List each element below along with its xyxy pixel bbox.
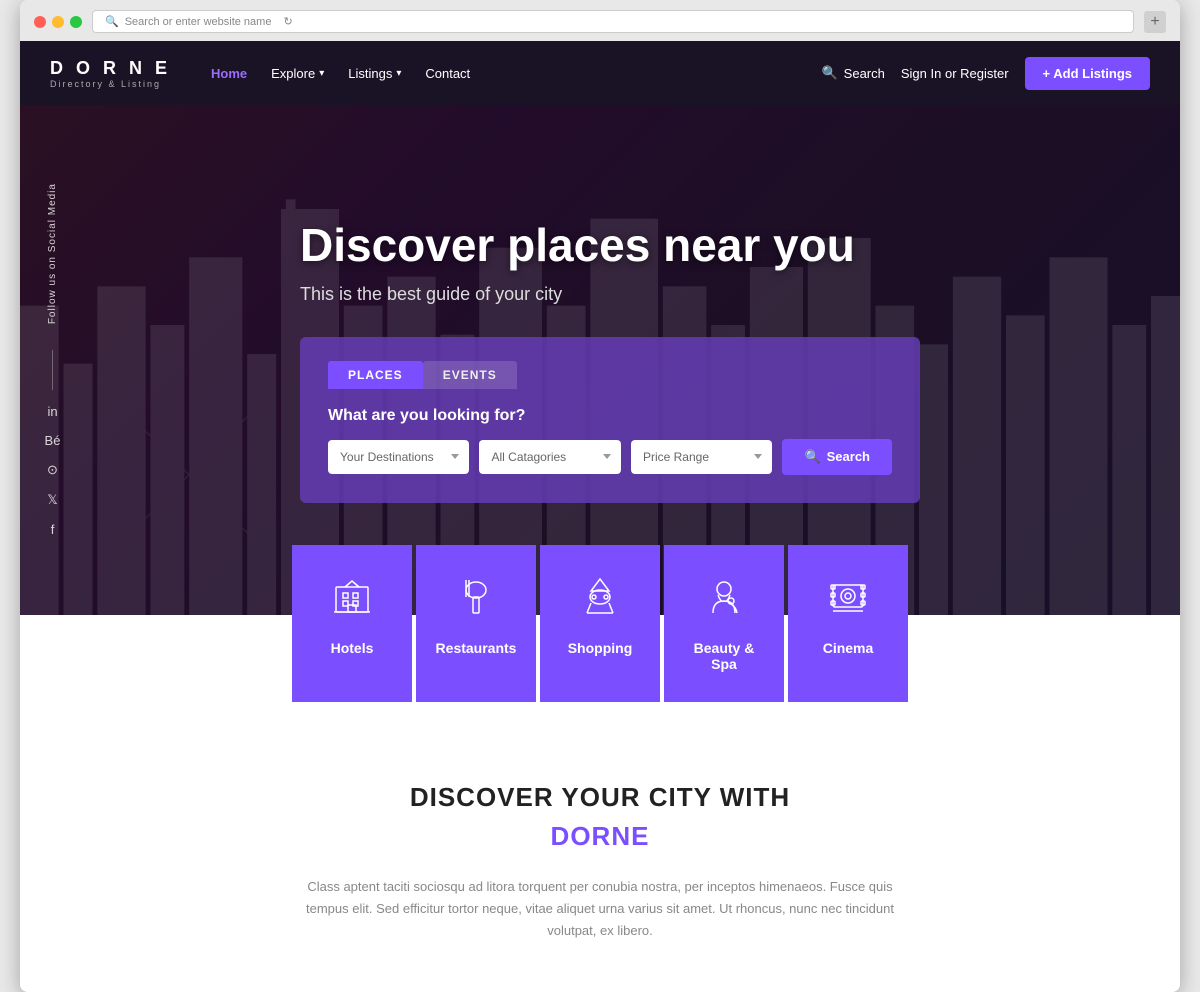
nav-listings[interactable]: Listings: [348, 66, 401, 81]
nav-contact[interactable]: Contact: [425, 66, 470, 81]
nav-home[interactable]: Home: [211, 66, 247, 81]
logo-title: D O R N E: [50, 58, 171, 79]
logo-subtitle: Directory & Listing: [50, 79, 171, 89]
search-fields: Your Destinations All Catagories Price R…: [328, 439, 892, 475]
social-sidebar: Follow us on Social Media in Bé ⊙ 𝕏 f: [20, 105, 85, 615]
linkedin-icon[interactable]: in: [47, 404, 57, 419]
browser-chrome: 🔍 Search or enter website name ↻ +: [20, 0, 1180, 41]
shopping-label: Shopping: [568, 640, 633, 656]
category-hotels[interactable]: Hotels: [292, 545, 412, 702]
behance-icon[interactable]: Bé: [45, 433, 61, 448]
cinema-icon: [827, 575, 869, 626]
signin-link[interactable]: Sign In or Register: [901, 66, 1009, 81]
price-select[interactable]: Price Range: [631, 440, 772, 474]
main-nav: Home Explore Listings Contact: [211, 66, 470, 81]
tab-places[interactable]: PLACES: [328, 361, 423, 389]
logo[interactable]: D O R N E Directory & Listing: [50, 58, 171, 89]
beauty-spa-icon: [703, 575, 745, 626]
search-button[interactable]: 🔍 Search: [782, 439, 892, 475]
dribbble-icon[interactable]: ⊙: [47, 462, 58, 478]
social-divider: [52, 350, 53, 390]
discover-description: Class aptent taciti sociosqu ad litora t…: [300, 876, 900, 942]
discover-heading-2: DORNE: [50, 821, 1150, 852]
search-box: PLACES EVENTS What are you looking for? …: [300, 337, 920, 503]
social-label: Follow us on Social Media: [47, 183, 58, 324]
search-icon: 🔍: [105, 15, 119, 28]
search-tabs: PLACES EVENTS: [328, 361, 892, 389]
nav-explore[interactable]: Explore: [271, 66, 324, 81]
maximize-button[interactable]: [70, 16, 82, 28]
discover-heading-1: DISCOVER YOUR CITY WITH: [50, 782, 1150, 813]
category-restaurants[interactable]: Restaurants: [416, 545, 536, 702]
search-icon: 🔍: [804, 449, 820, 465]
beauty-spa-label: Beauty & Spa: [684, 640, 764, 672]
close-button[interactable]: [34, 16, 46, 28]
browser-window: 🔍 Search or enter website name ↻ + D O R…: [20, 0, 1180, 992]
new-tab-button[interactable]: +: [1144, 11, 1166, 33]
header-search-button[interactable]: 🔍 Search: [821, 65, 884, 81]
refresh-icon[interactable]: ↻: [283, 15, 292, 28]
restaurants-label: Restaurants: [436, 640, 517, 656]
search-question: What are you looking for?: [328, 407, 892, 425]
category-shopping[interactable]: Shopping: [540, 545, 660, 702]
add-listings-button[interactable]: + Add Listings: [1025, 57, 1150, 90]
shopping-icon: [579, 575, 621, 626]
category-beauty-spa[interactable]: Beauty & Spa: [664, 545, 784, 702]
website: D O R N E Directory & Listing Home Explo…: [20, 41, 1180, 992]
hotels-icon: [331, 575, 373, 626]
header-right: 🔍 Search Sign In or Register + Add Listi…: [821, 57, 1150, 90]
minimize-button[interactable]: [52, 16, 64, 28]
tab-events[interactable]: EVENTS: [423, 361, 517, 389]
search-icon: 🔍: [821, 65, 837, 81]
category-cinema[interactable]: Cinema: [788, 545, 908, 702]
hero-section: Follow us on Social Media in Bé ⊙ 𝕏 f Di…: [20, 105, 1180, 615]
category-cards: Hotels Restaurants Shopping: [20, 545, 1180, 702]
cinema-label: Cinema: [823, 640, 874, 656]
discover-section: DISCOVER YOUR CITY WITH DORNE Class apte…: [20, 702, 1180, 992]
hero-subtitle: This is the best guide of your city: [300, 284, 1180, 305]
twitter-icon[interactable]: 𝕏: [47, 492, 57, 508]
restaurants-icon: [455, 575, 497, 626]
hero-title: Discover places near you: [300, 218, 1180, 272]
category-select[interactable]: All Catagories: [479, 440, 620, 474]
header: D O R N E Directory & Listing Home Explo…: [20, 41, 1180, 105]
window-controls: [34, 16, 82, 28]
facebook-icon[interactable]: f: [51, 522, 55, 537]
destination-select[interactable]: Your Destinations: [328, 440, 469, 474]
address-bar[interactable]: 🔍 Search or enter website name ↻: [92, 10, 1134, 33]
address-text: Search or enter website name: [125, 16, 272, 28]
hero-content: Discover places near you This is the bes…: [20, 218, 1180, 503]
hotels-label: Hotels: [331, 640, 374, 656]
